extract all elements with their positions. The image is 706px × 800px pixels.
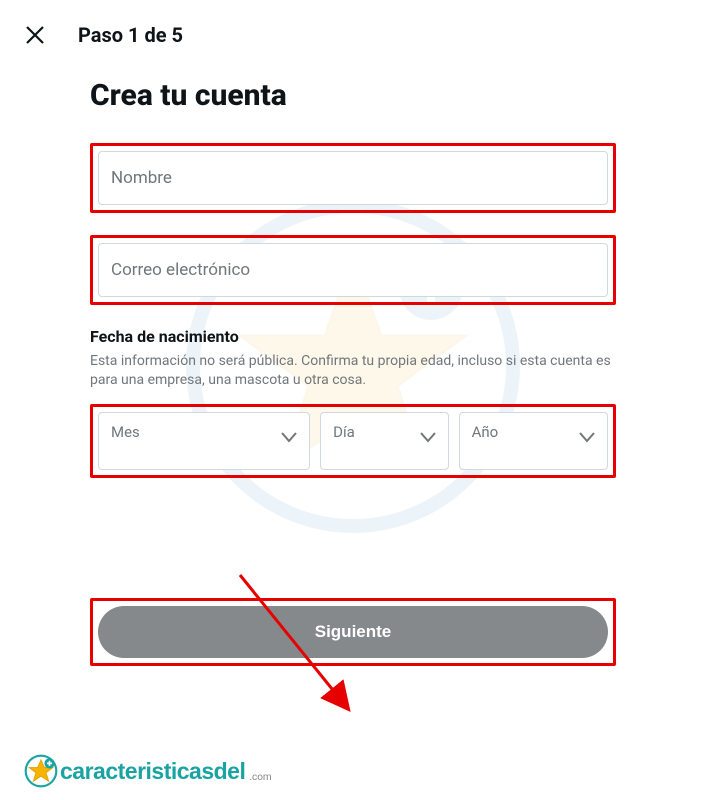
chevron-down-icon [418,427,438,447]
footer-attribution: caracteristicasdel .com [24,754,272,788]
month-select[interactable]: Mes [98,412,310,470]
next-button-highlight: Siguiente [90,598,616,666]
email-label: Correo electrónico [111,260,250,280]
day-label: Día [333,423,355,441]
year-select[interactable]: Año [459,412,608,470]
close-button[interactable] [20,20,50,50]
star-icon [24,754,58,788]
footer-tld: .com [249,772,271,783]
name-input[interactable]: Nombre [98,151,608,205]
dob-title: Fecha de nacimiento [90,327,616,346]
close-icon [25,25,45,45]
email-input[interactable]: Correo electrónico [98,243,608,297]
name-label: Nombre [111,168,172,188]
chevron-down-icon [279,427,299,447]
header-bar: Paso 1 de 5 [0,0,706,60]
day-select[interactable]: Día [320,412,449,470]
dob-section: Fecha de nacimiento Esta información no … [90,327,616,478]
name-field-highlight: Nombre [90,143,616,213]
chevron-down-icon [577,427,597,447]
page-title: Crea tu cuenta [90,78,616,113]
footer-brand-text: caracteristicasdel [60,758,245,785]
email-field-highlight: Correo electrónico [90,235,616,305]
dob-selects-highlight: Mes Día Año [90,404,616,478]
month-label: Mes [111,423,140,441]
step-indicator: Paso 1 de 5 [78,23,183,47]
year-label: Año [472,423,499,441]
dob-description: Esta información no será pública. Confir… [90,352,616,390]
next-button[interactable]: Siguiente [98,606,608,658]
